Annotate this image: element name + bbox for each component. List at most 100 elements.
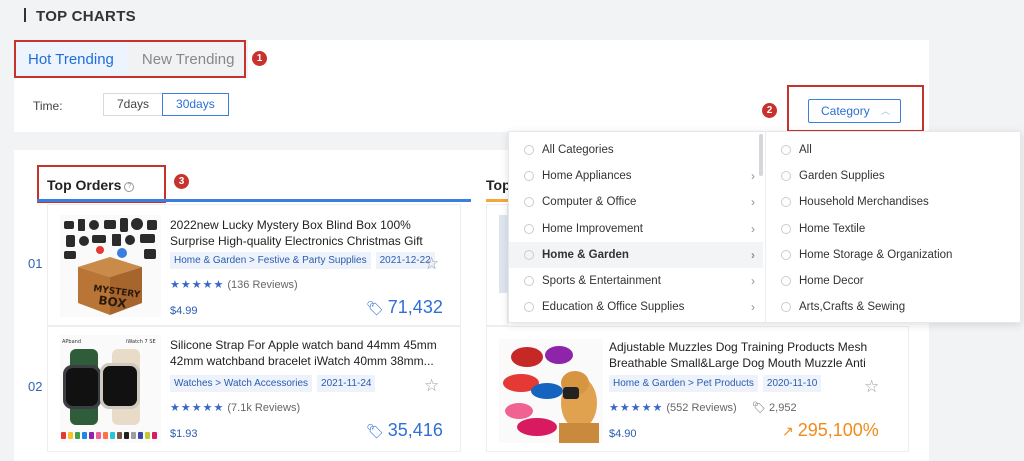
chevron-right-icon: › bbox=[751, 169, 755, 183]
category-option-label: Home Appliances bbox=[542, 170, 632, 182]
radio-icon[interactable] bbox=[781, 224, 791, 234]
title-bar-divider bbox=[24, 8, 26, 22]
category-dropdown-menu: All Categories Home Appliances › Computer… bbox=[508, 131, 1021, 323]
product-tags: Watches > Watch Accessories 2021-11-24 bbox=[170, 375, 376, 392]
product-card[interactable]: APband iWatch 7 SE Silicone Strap For Ap… bbox=[47, 326, 461, 452]
subcategory-option[interactable]: Garden Supplies bbox=[766, 163, 1021, 189]
product-image[interactable]: MYSTERY BOX bbox=[60, 215, 161, 317]
category-option[interactable]: Home Appliances › bbox=[509, 163, 763, 189]
category-option-label: Home Improvement bbox=[542, 223, 643, 235]
date-tag: 2020-11-10 bbox=[762, 375, 822, 392]
category-button-label: Category bbox=[821, 104, 870, 118]
time-label: Time: bbox=[33, 99, 63, 113]
second-column-title: Top bbox=[486, 177, 511, 193]
review-count: (136 Reviews) bbox=[227, 279, 298, 291]
annotation-badge-2: 2 bbox=[762, 103, 777, 118]
radio-icon[interactable] bbox=[524, 197, 534, 207]
page-title-text: TOP CHARTS bbox=[36, 8, 136, 25]
subcategory-option[interactable]: Arts,Crafts & Sewing bbox=[766, 294, 1021, 320]
radio-icon[interactable] bbox=[781, 145, 791, 155]
category-tag[interactable]: Watches > Watch Accessories bbox=[170, 375, 313, 392]
scrollbar-thumb[interactable] bbox=[759, 134, 763, 176]
product-card[interactable]: MYSTERY BOX 2022new Lucky Mystery Box Bl… bbox=[47, 204, 461, 326]
subcategory-option-label: Home Decor bbox=[799, 275, 864, 287]
annotation-badge-1: 1 bbox=[252, 51, 267, 66]
category-option-label: Sports & Entertainment bbox=[542, 275, 661, 287]
category-option-selected[interactable]: Home & Garden › bbox=[509, 242, 763, 268]
orders-metric: 🏷 71,432 bbox=[366, 297, 443, 318]
radio-icon[interactable] bbox=[781, 250, 791, 260]
category-dropdown-button[interactable]: Category ︿ bbox=[808, 99, 901, 123]
product-title[interactable]: Adjustable Muzzles Dog Training Products… bbox=[609, 339, 894, 371]
tag-icon: 🏷 bbox=[366, 300, 384, 316]
product-rating: ★★★★★ (7.1k Reviews) bbox=[170, 401, 300, 414]
chevron-right-icon: › bbox=[751, 274, 755, 288]
subcategory-option-label: Household Merchandises bbox=[799, 196, 929, 208]
chevron-right-icon: › bbox=[751, 248, 755, 262]
subcategory-option-label: Home Textile bbox=[799, 223, 866, 235]
svg-text:APband: APband bbox=[62, 339, 81, 345]
time-option-30days[interactable]: 30days bbox=[162, 93, 229, 116]
product-rating: ★★★★★ (136 Reviews) bbox=[170, 278, 298, 291]
time-option-7days[interactable]: 7days bbox=[103, 93, 164, 116]
rating-stars: ★★★★★ bbox=[170, 279, 225, 291]
time-range-selector: 7days 30days bbox=[103, 93, 229, 116]
radio-icon[interactable] bbox=[524, 250, 534, 260]
annotation-box-tabs bbox=[14, 40, 246, 78]
product-price: $1.93 bbox=[170, 428, 198, 440]
favorite-star-icon[interactable]: ☆ bbox=[424, 254, 439, 274]
category-option[interactable]: Home Improvement › bbox=[509, 216, 763, 242]
category-tag[interactable]: Home & Garden > Festive & Party Supplies bbox=[170, 252, 371, 269]
subcategory-option-label: Home Storage & Organization bbox=[799, 249, 953, 261]
radio-icon[interactable] bbox=[524, 276, 534, 286]
product-title[interactable]: 2022new Lucky Mystery Box Blind Box 100%… bbox=[170, 217, 445, 249]
category-option-label: Education & Office Supplies bbox=[542, 301, 685, 313]
growth-metric: ↗ 295,100% bbox=[782, 420, 879, 441]
rating-stars: ★★★★★ bbox=[170, 402, 225, 414]
category-option-label: Computer & Office bbox=[542, 196, 637, 208]
radio-icon[interactable] bbox=[524, 145, 534, 155]
svg-text:iWatch 7 SE: iWatch 7 SE bbox=[126, 339, 156, 345]
tag-icon: 🏷 bbox=[366, 423, 384, 439]
radio-icon[interactable] bbox=[524, 302, 534, 312]
product-tags: Home & Garden > Pet Products 2020-11-10 bbox=[609, 375, 822, 392]
subcategory-option[interactable]: Household Merchandises bbox=[766, 189, 1021, 215]
subcategory-option[interactable]: All bbox=[766, 137, 1021, 163]
product-price: $4.99 bbox=[170, 305, 198, 317]
chevron-right-icon: › bbox=[751, 300, 755, 314]
radio-icon[interactable] bbox=[781, 302, 791, 312]
views-value: 2,952 bbox=[769, 402, 797, 414]
product-image[interactable]: APband iWatch 7 SE bbox=[60, 335, 161, 443]
radio-icon[interactable] bbox=[524, 171, 534, 181]
trend-up-icon: ↗ bbox=[782, 423, 794, 439]
product-card[interactable]: Adjustable Muzzles Dog Training Products… bbox=[486, 326, 909, 452]
favorite-star-icon[interactable]: ☆ bbox=[424, 376, 439, 396]
subcategory-option[interactable]: Home Decor bbox=[766, 268, 1021, 294]
views-count: 🏷 2,952 bbox=[752, 401, 797, 414]
product-card-partial[interactable] bbox=[486, 204, 509, 326]
rating-stars: ★★★★★ bbox=[609, 402, 664, 414]
favorite-star-icon[interactable]: ☆ bbox=[864, 377, 879, 397]
category-tag[interactable]: Home & Garden > Pet Products bbox=[609, 375, 758, 392]
category-option[interactable]: All Categories bbox=[509, 137, 763, 163]
category-option[interactable]: Sports & Entertainment › bbox=[509, 268, 763, 294]
top-orders-underline bbox=[37, 199, 471, 202]
category-option[interactable]: Education & Office Supplies › bbox=[509, 294, 763, 320]
chevron-right-icon: › bbox=[751, 195, 755, 209]
product-tags: Home & Garden > Festive & Party Supplies… bbox=[170, 252, 435, 269]
radio-icon[interactable] bbox=[781, 276, 791, 286]
category-option[interactable]: Computer & Office › bbox=[509, 189, 763, 215]
radio-icon[interactable] bbox=[781, 197, 791, 207]
product-title[interactable]: Silicone Strap For Apple watch band 44mm… bbox=[170, 337, 445, 369]
subcategory-option[interactable]: Home Textile bbox=[766, 216, 1021, 242]
radio-icon[interactable] bbox=[781, 171, 791, 181]
product-image[interactable] bbox=[499, 339, 603, 443]
rank-number: 02 bbox=[28, 379, 43, 394]
rank-number: 01 bbox=[28, 256, 43, 271]
orders-count: 35,416 bbox=[387, 420, 443, 440]
tag-icon: 🏷 bbox=[752, 402, 766, 414]
subcategory-option-label: Arts,Crafts & Sewing bbox=[799, 301, 906, 313]
radio-icon[interactable] bbox=[524, 224, 534, 234]
subcategory-option[interactable]: Home Storage & Organization bbox=[766, 242, 1021, 268]
review-count: (552 Reviews) bbox=[666, 402, 737, 414]
